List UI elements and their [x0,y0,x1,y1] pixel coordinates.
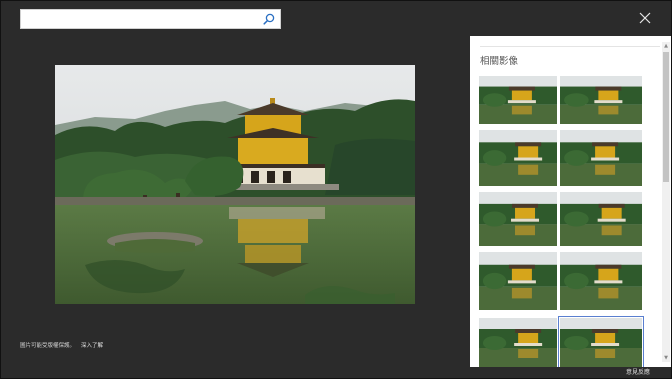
related-image-thumbnail[interactable] [479,130,557,186]
thumbnail-photo [560,76,642,124]
thumbnail-photo [479,252,557,310]
thumbnail-photo [560,318,642,367]
related-image-thumbnail[interactable] [479,192,557,246]
related-images-panel: 相關影像 [470,36,671,367]
scrollbar[interactable]: ▲ ▼ [662,42,670,362]
close-button[interactable] [636,9,654,27]
thumbnail-photo [479,130,557,186]
main-photo [55,65,415,304]
scroll-up-button[interactable]: ▲ [662,42,670,50]
search-input[interactable] [21,10,257,28]
thumbnail-photo [479,76,557,124]
close-icon [639,12,651,24]
search-button[interactable] [261,12,277,26]
learn-more-link[interactable]: 深入了解 [81,343,103,349]
related-image-thumbnail[interactable] [479,76,557,124]
panel-divider [480,46,660,47]
search-icon [263,13,275,25]
main-image[interactable] [55,65,415,304]
related-image-thumbnail[interactable] [479,252,557,310]
thumbnail-photo [479,318,557,367]
feedback-link[interactable]: 意見反應 [626,367,650,376]
related-image-thumbnail[interactable] [558,316,644,367]
search-box [20,9,281,29]
related-images-title: 相關影像 [480,56,519,67]
related-image-thumbnail[interactable] [560,76,642,124]
scroll-thumb[interactable] [663,52,669,182]
scroll-down-button[interactable]: ▼ [662,354,670,362]
thumbnail-photo [479,192,557,246]
related-image-thumbnail[interactable] [560,130,642,186]
thumbnail-photo [560,130,642,186]
disclaimer-text: 圖片可能受版權保護。 [20,343,76,349]
copyright-disclaimer: 圖片可能受版權保護。 深入了解 [20,341,103,349]
thumbnail-photo [560,252,642,310]
related-image-thumbnail[interactable] [560,252,642,310]
related-image-thumbnail[interactable] [479,318,557,367]
thumbnail-photo [560,192,642,246]
related-image-thumbnail[interactable] [560,192,642,246]
